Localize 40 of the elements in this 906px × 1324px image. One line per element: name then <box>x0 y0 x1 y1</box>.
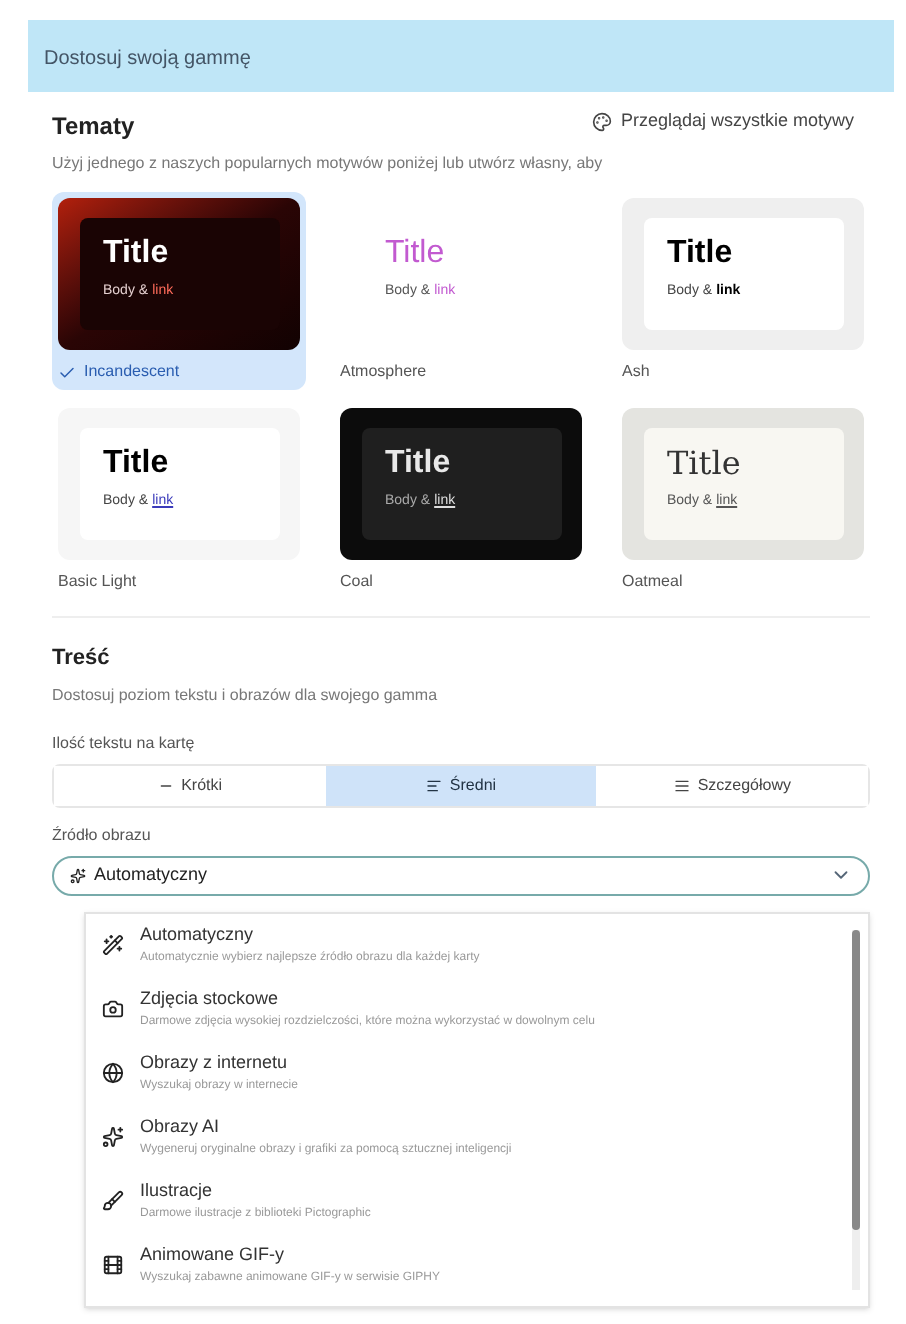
paragraph-icon <box>673 777 690 793</box>
camera-icon <box>102 998 124 1020</box>
globe-icon <box>102 1062 124 1084</box>
wand-icon <box>102 934 124 956</box>
palette-icon <box>592 111 613 132</box>
option-title: Ilustracje <box>140 1178 215 1205</box>
field-label: Źródło obrazu <box>52 823 153 847</box>
preview-title: Title <box>667 234 735 274</box>
preview-title: Title <box>103 444 171 484</box>
sparkle-icon <box>70 867 86 883</box>
image-source-select[interactable]: Automatyczny <box>52 855 870 895</box>
check-icon <box>58 363 76 381</box>
theme-name: Oatmeal <box>622 570 683 594</box>
preview-title: Title <box>385 444 453 484</box>
option-title: Obrazy AI <box>140 1114 222 1141</box>
section-subtitle: Użyj jednego z naszych popularnych motywów poniżej lub utwórz własny, aby <box>52 152 605 176</box>
section-subtitle: Dostosuj poziom tekstu i obrazów dla swojego gamma <box>52 683 440 707</box>
theme-name: Basic Light <box>58 570 137 594</box>
section-title: Tematy <box>52 110 135 144</box>
theme-name: Incandescent <box>84 360 180 384</box>
amount-tab[interactable]: Średni <box>325 765 597 805</box>
browse-themes-link[interactable]: Przeglądaj wszystkie motywy <box>592 108 854 135</box>
option-title: Obrazy z internetu <box>140 1050 290 1077</box>
scrollbar[interactable] <box>852 929 860 1289</box>
theme-name: Coal <box>340 570 373 594</box>
section-title: Treść <box>52 644 112 674</box>
option-title: Animowane GIF-y <box>140 1242 287 1269</box>
header-title: Dostosuj swoją gammę <box>44 48 251 70</box>
lines-icon <box>425 777 442 793</box>
preview-title: Title <box>667 444 743 484</box>
field-label: Ilość tekstu na kartę <box>52 731 197 755</box>
option-title: Zdjęcia stockowe <box>140 986 281 1013</box>
sparkle-icon <box>102 1126 124 1148</box>
option-title: Automatyczny <box>140 922 256 949</box>
theme-name: Atmosphere <box>340 360 427 384</box>
preview-title: Title <box>103 234 171 274</box>
preview-title: Title <box>385 234 447 274</box>
brush-icon <box>102 1190 124 1212</box>
theme-name: Ash <box>622 360 650 384</box>
film-icon <box>102 1254 124 1276</box>
